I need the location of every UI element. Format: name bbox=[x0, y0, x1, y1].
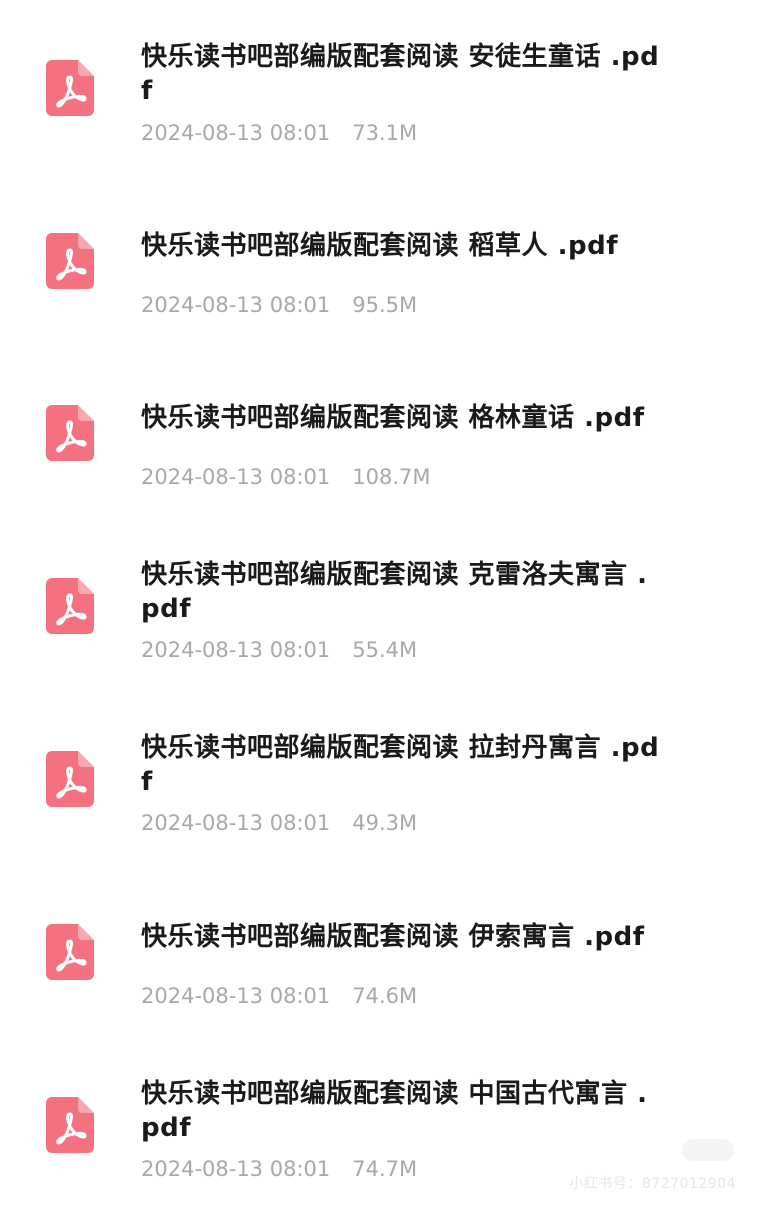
pdf-icon bbox=[46, 1097, 94, 1153]
file-item-1[interactable]: 快乐读书吧部编版配套阅读 安徒生童话 .pdf 2024-08-13 08:01… bbox=[0, 2, 758, 174]
file-item-4[interactable]: 快乐读书吧部编版配套阅读 克雷洛夫寓言 .pdf 2024-08-13 08:0… bbox=[0, 520, 758, 692]
file-meta: 2024-08-13 08:01 49.3M bbox=[141, 810, 417, 836]
file-date: 2024-08-13 08:01 bbox=[141, 984, 331, 1008]
file-item-5[interactable]: 快乐读书吧部编版配套阅读 拉封丹寓言 .pdf 2024-08-13 08:01… bbox=[0, 693, 758, 865]
file-item-2[interactable]: 快乐读书吧部编版配套阅读 稻草人 .pdf 2024-08-13 08:01 95… bbox=[0, 175, 758, 347]
file-name: 快乐读书吧部编版配套阅读 稻草人 .pdf bbox=[141, 231, 619, 261]
pdf-icon bbox=[46, 924, 94, 980]
file-date: 2024-08-13 08:01 bbox=[141, 638, 331, 662]
file-item-6[interactable]: 快乐读书吧部编版配套阅读 伊索寓言 .pdf 2024-08-13 08:01 7… bbox=[0, 866, 758, 1038]
file-meta: 2024-08-13 08:01 74.7M bbox=[141, 1156, 417, 1182]
file-date: 2024-08-13 08:01 bbox=[141, 293, 331, 317]
file-item-3[interactable]: 快乐读书吧部编版配套阅读 格林童话 .pdf 2024-08-13 08:01 1… bbox=[0, 347, 758, 519]
file-meta: 2024-08-13 08:01 73.1M bbox=[141, 120, 417, 146]
file-name: 快乐读书吧部编版配套阅读 安徒生童话 .pdf bbox=[141, 42, 660, 106]
file-size: 73.1M bbox=[352, 121, 418, 145]
file-meta: 2024-08-13 08:01 108.7M bbox=[141, 464, 431, 490]
file-name: 快乐读书吧部编版配套阅读 格林童话 .pdf bbox=[141, 403, 645, 433]
file-size: 74.6M bbox=[352, 984, 418, 1008]
file-date: 2024-08-13 08:01 bbox=[141, 121, 331, 145]
file-size: 108.7M bbox=[352, 465, 431, 489]
file-date: 2024-08-13 08:01 bbox=[141, 465, 331, 489]
file-size: 74.7M bbox=[352, 1157, 418, 1181]
file-date: 2024-08-13 08:01 bbox=[141, 1157, 331, 1181]
pdf-icon bbox=[46, 578, 94, 634]
file-size: 95.5M bbox=[352, 293, 418, 317]
file-meta: 2024-08-13 08:01 95.5M bbox=[141, 292, 417, 318]
file-name: 快乐读书吧部编版配套阅读 伊索寓言 .pdf bbox=[141, 922, 645, 952]
pdf-icon bbox=[46, 233, 94, 289]
file-meta: 2024-08-13 08:01 74.6M bbox=[141, 983, 417, 1009]
file-meta: 2024-08-13 08:01 55.4M bbox=[141, 637, 417, 663]
file-name: 快乐读书吧部编版配套阅读 中国古代寓言 .pdf bbox=[141, 1079, 648, 1143]
file-date: 2024-08-13 08:01 bbox=[141, 811, 331, 835]
file-size: 55.4M bbox=[352, 638, 418, 662]
file-name: 快乐读书吧部编版配套阅读 拉封丹寓言 .pdf bbox=[141, 733, 660, 797]
pdf-icon bbox=[46, 405, 94, 461]
file-size: 49.3M bbox=[352, 811, 418, 835]
watermark-badge bbox=[682, 1139, 734, 1161]
pdf-icon bbox=[46, 751, 94, 807]
pdf-icon bbox=[46, 60, 94, 116]
watermark-text: 小红书号：8727012904 bbox=[569, 1176, 736, 1192]
file-name: 快乐读书吧部编版配套阅读 克雷洛夫寓言 .pdf bbox=[141, 560, 648, 624]
